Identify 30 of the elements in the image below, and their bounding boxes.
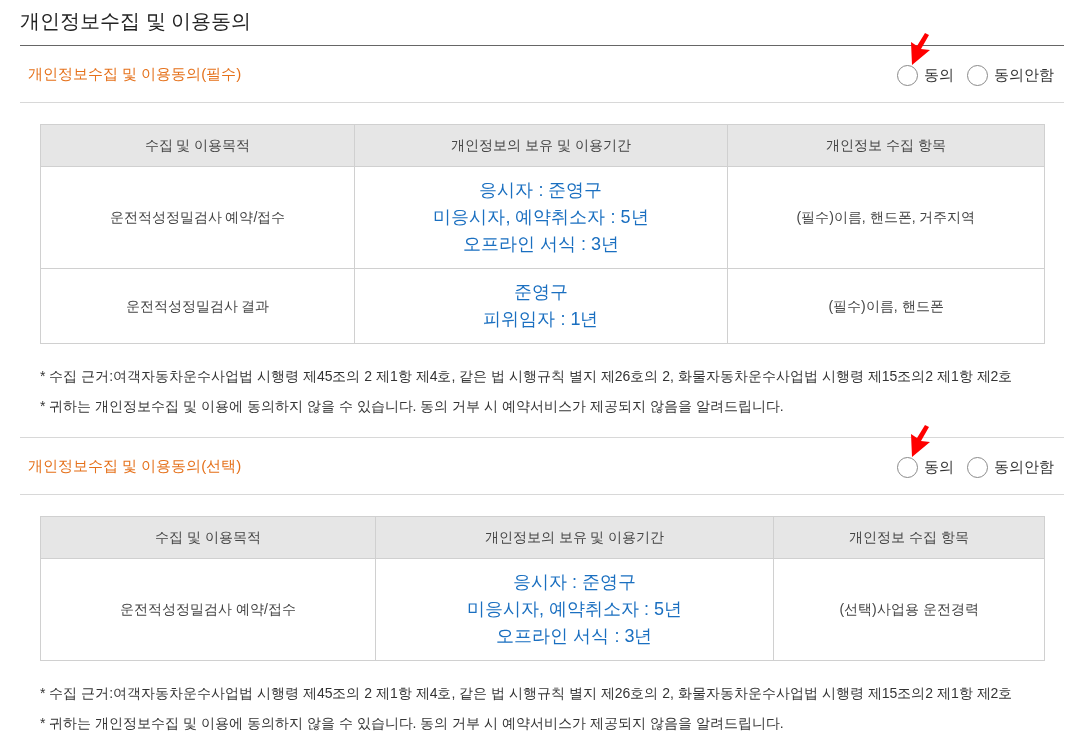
column-header: 개인정보의 보유 및 이용기간	[354, 124, 728, 167]
radio-button[interactable]	[897, 456, 918, 478]
radio-button[interactable]	[967, 64, 988, 86]
note-text: * 수집 근거:여객자동차운수사업법 시행령 제45조의 2 제1항 제4호, 같은 법 시행규칙 별지 제26호의 2, 화물자동차운수사업법 시행령 제15조의2 제1항 제2호	[40, 367, 1013, 386]
radio-button[interactable]	[967, 456, 988, 478]
option-label[interactable]: 동의안함	[994, 458, 1054, 476]
note-text: * 수집 근거:여객자동차운수사업법 시행령 제45조의 2 제1항 제4호, 같은 법 시행규칙 별지 제26호의 2, 화물자동차운수사업법 시행령 제15조의2 제1항 제2호	[40, 684, 1013, 703]
column-header: 개인정보 수집 항목	[773, 516, 1045, 559]
note-text: * 귀하는 개인정보수집 및 이용에 동의하지 않을 수 있습니다. 동의 거부 시 예약서비스가 제공되지 않음을 알려드립니다.	[40, 714, 784, 733]
column-header: 개인정보의 보유 및 이용기간	[375, 516, 774, 559]
radio-button[interactable]	[897, 64, 918, 86]
retention-period-text: 응시자 : 준영구 미응시자, 예약취소자 : 5년 오프라인 서식 : 3년	[433, 179, 649, 256]
table-cell: 운전적성정밀검사 예약/접수	[40, 558, 376, 661]
section-heading: 개인정보수집 및 이용동의(선택)	[28, 455, 242, 476]
table-cell: (필수)이름, 핸드폰, 거주지역	[727, 166, 1045, 269]
option-label[interactable]: 동의	[924, 66, 954, 84]
table-cell: 운전적성정밀검사 결과	[40, 268, 355, 344]
section-heading: 개인정보수집 및 이용동의(필수)	[28, 63, 242, 84]
note-text: * 귀하는 개인정보수집 및 이용에 동의하지 않을 수 있습니다. 동의 거부 시 예약서비스가 제공되지 않음을 알려드립니다.	[40, 397, 784, 416]
table-cell: (필수)이름, 핸드폰	[727, 268, 1045, 344]
column-header: 수집 및 이용목적	[40, 516, 376, 559]
table-cell: (선택)사업용 운전경력	[773, 558, 1045, 661]
column-header: 수집 및 이용목적	[40, 124, 355, 167]
retention-period-text: 준영구 피위임자 : 1년	[483, 281, 599, 331]
column-header: 개인정보 수집 항목	[727, 124, 1045, 167]
retention-period-text: 응시자 : 준영구 미응시자, 예약취소자 : 5년 오프라인 서식 : 3년	[467, 571, 682, 648]
table-cell: 운전적성정밀검사 예약/접수	[40, 166, 355, 269]
option-label[interactable]: 동의안함	[994, 66, 1054, 84]
option-label[interactable]: 동의	[924, 458, 954, 476]
page-title: 개인정보수집 및 이용동의	[20, 8, 252, 34]
